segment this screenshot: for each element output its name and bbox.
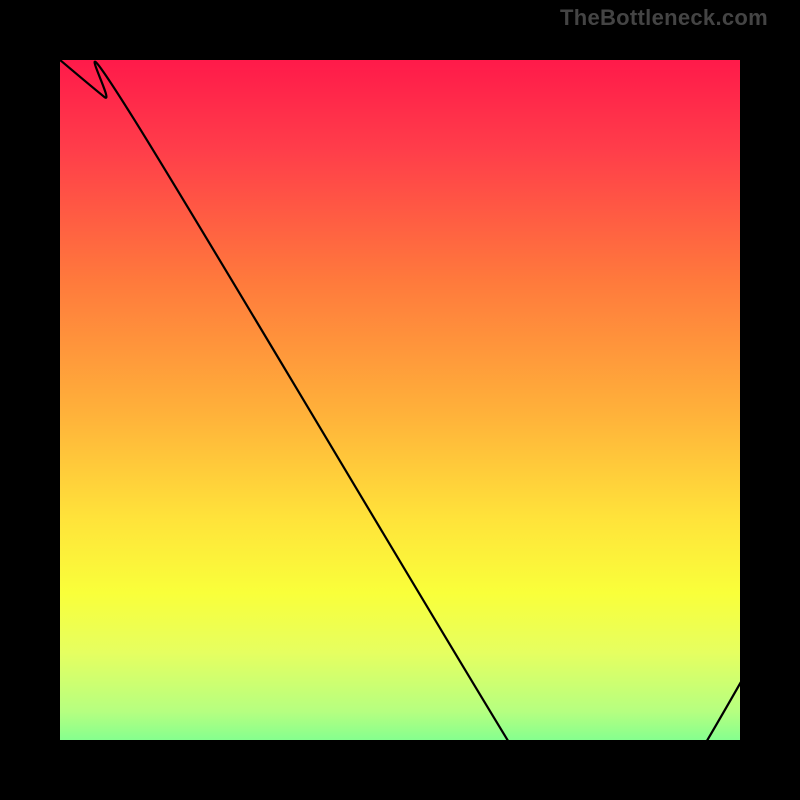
chart-svg: [60, 60, 740, 740]
plot-area: [60, 60, 740, 740]
gradient-background: [60, 60, 740, 740]
watermark-text: TheBottleneck.com: [560, 5, 768, 31]
chart-frame: [0, 0, 800, 800]
